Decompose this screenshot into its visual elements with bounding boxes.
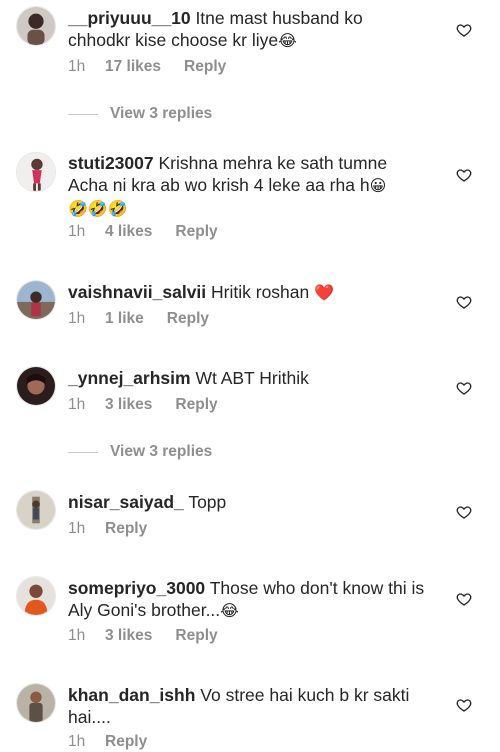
comment-time: 1h: [68, 733, 86, 750]
heart-outline-icon[interactable]: [456, 294, 472, 310]
reply-button[interactable]: Reply: [167, 310, 209, 328]
comment-text: somepriyo_3000 Those who don't know thi …: [68, 577, 428, 622]
comment-username[interactable]: _ynnej_arhsim: [68, 368, 191, 388]
heart-outline-icon[interactable]: [456, 504, 472, 520]
view-replies-button[interactable]: View 3 replies: [68, 442, 212, 462]
avatar[interactable]: [16, 683, 56, 723]
view-replies-label: View 3 replies: [110, 105, 213, 122]
comment-time: 1h: [68, 310, 86, 327]
comment-likes[interactable]: 17 likes: [105, 58, 161, 76]
comment-username[interactable]: vaishnavii_salvii: [68, 282, 206, 302]
comment-meta: 1h Reply: [68, 520, 147, 538]
grinning-emoji: 😀: [369, 176, 387, 195]
comment-likes[interactable]: 3 likes: [105, 396, 152, 414]
comment-time: 1h: [68, 396, 86, 413]
red-heart-emoji: ❤️: [314, 283, 335, 302]
comment-username[interactable]: __priyuuu__10: [68, 8, 191, 28]
comment-meta: 1h 1 like Reply: [68, 310, 209, 328]
comment-username[interactable]: stuti23007: [68, 153, 154, 173]
reply-button[interactable]: Reply: [184, 58, 226, 76]
comment-body: Topp: [188, 492, 227, 512]
comment-text: __priyuuu__10 Itne mast husband ko chhod…: [68, 7, 428, 52]
laughing-emoji: 😂: [220, 601, 239, 620]
avatar[interactable]: [16, 280, 56, 320]
comment-username[interactable]: nisar_saiyad_: [68, 492, 184, 512]
comment-time: 1h: [68, 627, 86, 644]
view-replies-button[interactable]: View 3 replies: [68, 104, 212, 124]
heart-outline-icon[interactable]: [456, 591, 472, 607]
rofl-emoji: 🤣🤣🤣: [68, 199, 128, 218]
comment-meta: 1h 3 likes Reply: [68, 627, 218, 645]
reply-button[interactable]: Reply: [175, 223, 217, 241]
comment-text: nisar_saiyad_ Topp: [68, 491, 428, 513]
comment-body: Hritik roshan: [211, 282, 310, 302]
avatar[interactable]: [16, 490, 56, 530]
avatar[interactable]: [16, 152, 56, 192]
comment-likes[interactable]: 3 likes: [105, 627, 152, 645]
heart-outline-icon[interactable]: [456, 22, 472, 38]
comment-username[interactable]: somepriyo_3000: [68, 578, 205, 598]
comment-meta: 1h 3 likes Reply: [68, 396, 218, 414]
comment-meta: 1h Reply: [68, 733, 147, 751]
avatar[interactable]: [16, 366, 56, 406]
avatar[interactable]: [16, 576, 56, 616]
comment-text: khan_dan_ishh Vo stree hai kuch b kr sak…: [68, 684, 428, 728]
comment-text: _ynnej_arhsim Wt ABT Hrithik: [68, 367, 428, 389]
replies-divider: [68, 113, 98, 115]
avatar[interactable]: [16, 6, 56, 46]
reply-button[interactable]: Reply: [175, 627, 217, 645]
comment-likes[interactable]: 4 likes: [105, 223, 152, 241]
comment-time: 1h: [68, 58, 86, 75]
heart-outline-icon[interactable]: [456, 697, 472, 713]
heart-outline-icon[interactable]: [456, 167, 472, 183]
comment-body: Wt ABT Hrithik: [195, 368, 309, 388]
reply-button[interactable]: Reply: [105, 520, 147, 538]
comment-text: vaishnavii_salvii Hritik roshan ❤️: [68, 281, 428, 304]
view-replies-label: View 3 replies: [110, 443, 213, 460]
heart-outline-icon[interactable]: [456, 380, 472, 396]
comment-username[interactable]: khan_dan_ishh: [68, 685, 195, 705]
comment-time: 1h: [68, 520, 86, 537]
comment-text: stuti23007 Krishna mehra ke sath tumne A…: [68, 152, 428, 220]
comment-likes[interactable]: 1 like: [105, 310, 144, 328]
comment-meta: 1h 4 likes Reply: [68, 223, 218, 241]
reply-button[interactable]: Reply: [175, 396, 217, 414]
comment-meta: 1h 17 likes Reply: [68, 58, 226, 76]
reply-button[interactable]: Reply: [105, 733, 147, 751]
replies-divider: [68, 451, 98, 453]
laughing-emoji: 😂: [278, 31, 297, 50]
comment-time: 1h: [68, 223, 86, 240]
